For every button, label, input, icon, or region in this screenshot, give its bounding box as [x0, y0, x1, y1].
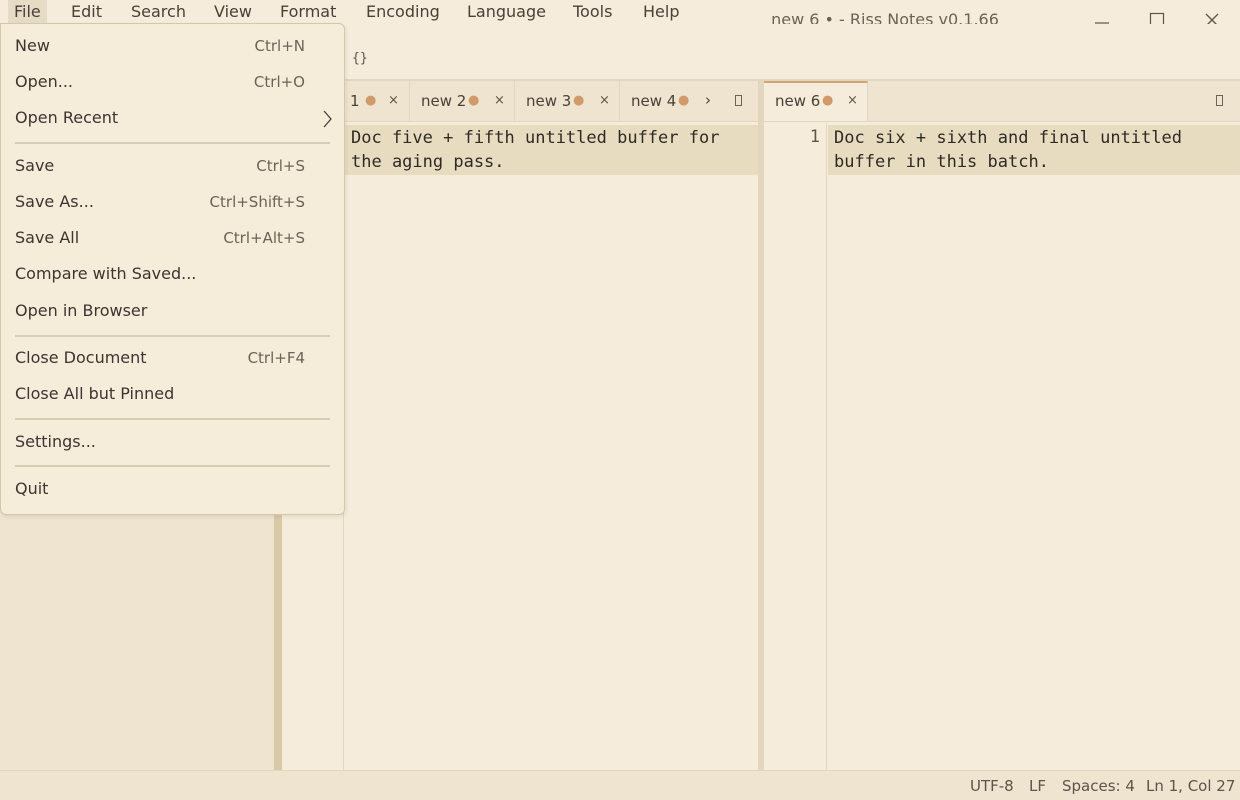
menu-separator — [15, 418, 330, 420]
menu-item-label: Open in Browser — [15, 301, 148, 320]
file-menu-dropdown: New Ctrl+N Open... Ctrl+O Open Recent Sa… — [0, 23, 345, 515]
pane-menu-icon[interactable] — [735, 95, 742, 106]
close-tab-icon[interactable]: × — [847, 81, 858, 121]
menu-item-new[interactable]: New Ctrl+N — [1, 28, 344, 64]
menu-item-save[interactable]: Save Ctrl+S — [1, 148, 344, 184]
line-number: 1 — [809, 127, 820, 147]
tab-label: 1 — [350, 92, 360, 110]
menu-item-save-all[interactable]: Save All Ctrl+Alt+S — [1, 220, 344, 256]
modified-dot-icon: ● — [822, 93, 834, 108]
close-tab-icon[interactable]: × — [599, 81, 610, 121]
menu-file[interactable]: File — [8, 0, 47, 24]
menu-search[interactable]: Search — [125, 0, 192, 24]
menu-item-shortcut: Ctrl+Shift+S — [209, 193, 305, 211]
modified-dot-icon: ● — [365, 93, 377, 108]
braces-icon[interactable]: {} — [352, 51, 368, 66]
tab-bar-left: 1 ● × new 2 ● × new 3 ● × new 4 ● › — [282, 81, 758, 122]
menu-item-label: Save All — [15, 228, 80, 247]
chevron-right-icon — [323, 110, 332, 128]
menu-item-label: Open Recent — [15, 108, 119, 127]
menu-item-shortcut: Ctrl+F4 — [247, 349, 305, 367]
menu-view[interactable]: View — [208, 0, 258, 24]
menu-item-shortcut: Ctrl+N — [254, 37, 305, 55]
menu-separator — [15, 465, 330, 467]
tab-label: new 4 — [631, 92, 677, 110]
menu-language[interactable]: Language — [461, 0, 552, 24]
tab-label: new 3 — [526, 92, 572, 110]
menu-item-save-as[interactable]: Save As... Ctrl+Shift+S — [1, 184, 344, 220]
status-indent[interactable]: Spaces: 4 — [1062, 777, 1135, 795]
pane-menu-icon[interactable] — [1216, 95, 1223, 106]
menu-item-label: Settings... — [15, 432, 96, 451]
menu-encoding[interactable]: Encoding — [360, 0, 446, 24]
menu-edit[interactable]: Edit — [65, 0, 108, 24]
menu-separator — [15, 142, 330, 144]
tab-new-3[interactable]: new 3 ● × — [515, 81, 620, 121]
close-tab-icon[interactable]: × — [388, 81, 399, 121]
menu-item-shortcut: Ctrl+S — [256, 157, 305, 175]
editor-text-left[interactable]: Doc five + fifth untitled buffer for the… — [345, 125, 758, 175]
menu-item-open[interactable]: Open... Ctrl+O — [1, 64, 344, 100]
menu-help[interactable]: Help — [637, 0, 685, 24]
menu-bar: File Edit Search View Format Encoding La… — [0, 0, 1240, 24]
menu-item-open-in-browser[interactable]: Open in Browser — [1, 293, 344, 329]
menu-item-settings[interactable]: Settings... — [1, 424, 344, 460]
tab-overflow-chevron-icon[interactable]: › — [705, 81, 711, 119]
menu-item-label: Quit — [15, 479, 49, 498]
menu-item-quit[interactable]: Quit — [1, 471, 344, 507]
menu-item-label: New — [15, 36, 50, 55]
menu-item-close-document[interactable]: Close Document Ctrl+F4 — [1, 340, 344, 376]
menu-item-label: Open... — [15, 72, 73, 91]
tab-bar-right: new 6 ● × — [764, 81, 1240, 122]
status-bar: UTF-8 LF Spaces: 4 Ln 1, Col 27 — [0, 770, 1240, 800]
menu-item-shortcut: Ctrl+O — [253, 73, 305, 91]
menu-item-label: Save — [15, 156, 55, 175]
close-tab-icon[interactable]: × — [494, 81, 505, 121]
status-cursor-position[interactable]: Ln 1, Col 27 — [1146, 777, 1235, 795]
menu-item-label: Close All but Pinned — [15, 384, 175, 403]
menu-item-label: Save As... — [15, 192, 94, 211]
menu-separator — [15, 335, 330, 337]
editor-pane-left: 1 ● × new 2 ● × new 3 ● × new 4 ● › Doc … — [282, 81, 758, 770]
tab-label: new 2 — [421, 92, 467, 110]
menu-tools[interactable]: Tools — [567, 0, 618, 24]
tab-new-4[interactable]: new 4 ● — [620, 81, 700, 121]
status-encoding[interactable]: UTF-8 — [970, 777, 1014, 795]
status-line-ending[interactable]: LF — [1029, 777, 1046, 795]
modified-dot-icon: ● — [468, 93, 480, 108]
menu-item-label: Close Document — [15, 348, 147, 367]
tab-label: new 6 — [775, 92, 821, 110]
line-gutter-right: 1 — [764, 123, 827, 770]
menu-format[interactable]: Format — [274, 0, 342, 24]
tab-new-6[interactable]: new 6 ● × — [764, 81, 868, 121]
menu-item-label: Compare with Saved... — [15, 264, 197, 283]
menu-item-compare-with-saved[interactable]: Compare with Saved... — [1, 256, 344, 292]
editor-text-right[interactable]: Doc six + sixth and final untitled buffe… — [828, 125, 1240, 175]
modified-dot-icon: ● — [573, 93, 585, 108]
modified-dot-icon: ● — [678, 93, 690, 108]
tab-new-2[interactable]: new 2 ● × — [410, 81, 515, 121]
editor-pane-right: new 6 ● × 1 Doc six + sixth and final un… — [764, 81, 1240, 770]
menu-item-close-all-but-pinned[interactable]: Close All but Pinned — [1, 376, 344, 412]
menu-item-shortcut: Ctrl+Alt+S — [223, 229, 305, 247]
tab-doc-1[interactable]: 1 ● × — [344, 81, 410, 121]
menu-item-open-recent[interactable]: Open Recent — [1, 100, 344, 136]
